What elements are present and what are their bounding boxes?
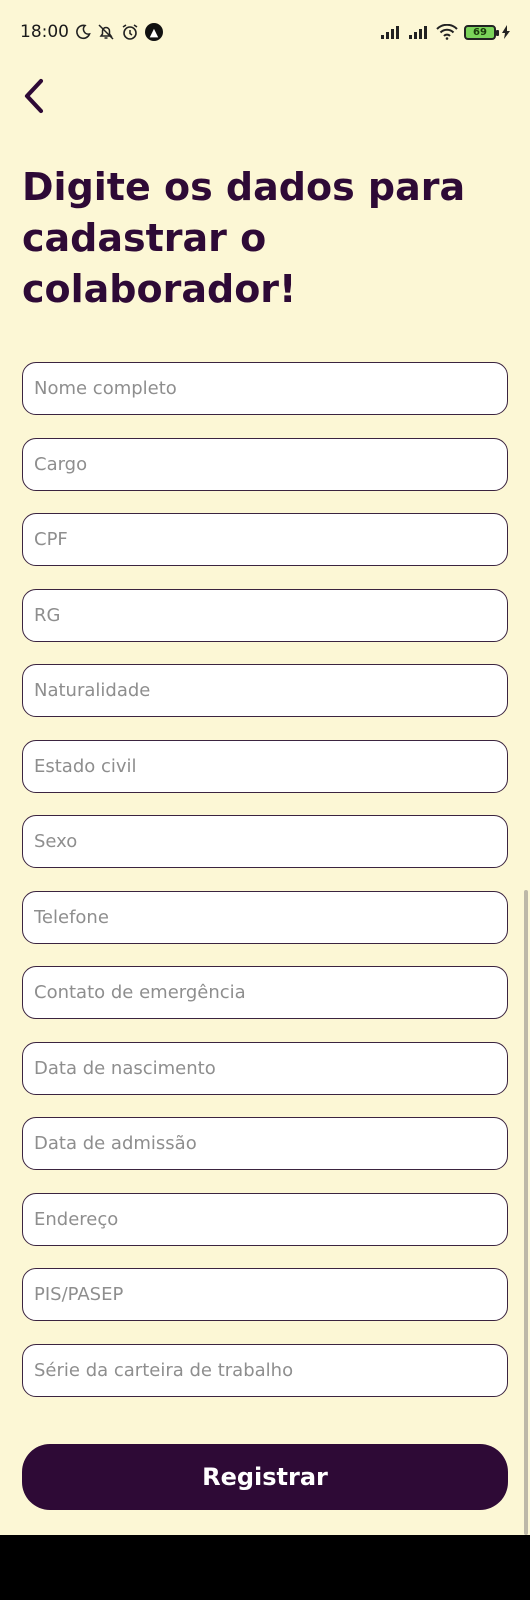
work-card-series-field[interactable] — [22, 1343, 508, 1397]
scrollbar[interactable] — [524, 890, 528, 1535]
status-time: 18:00 — [20, 22, 69, 42]
battery-level: 69 — [473, 26, 487, 38]
full-name-field[interactable] — [22, 362, 508, 415]
back-button[interactable] — [12, 76, 56, 120]
marital-status-field[interactable] — [22, 739, 508, 793]
birth-date-field[interactable] — [22, 1041, 508, 1095]
admission-date-field[interactable] — [22, 1117, 508, 1170]
system-nav-bar — [0, 1535, 530, 1600]
status-bar: 18:00 ▲ 69 — [0, 0, 530, 64]
wifi-icon — [436, 24, 458, 40]
emergency-contact-field[interactable] — [22, 966, 508, 1019]
register-button[interactable]: Registrar — [22, 1444, 508, 1510]
status-right: 69 — [380, 24, 510, 40]
chevron-left-icon — [21, 78, 47, 118]
moon-icon — [75, 24, 91, 40]
notifications-off-icon — [97, 23, 115, 41]
nav-app-icon: ▲ — [145, 23, 163, 41]
sex-field[interactable] — [22, 815, 508, 868]
signal-icon — [408, 25, 430, 39]
status-left: 18:00 ▲ — [20, 22, 163, 42]
phone-field[interactable] — [22, 890, 508, 944]
alarm-icon — [121, 23, 139, 41]
page-title: Digite os dados para cadastrar o colabor… — [22, 165, 466, 311]
charging-icon — [502, 25, 510, 39]
address-field[interactable] — [22, 1192, 508, 1246]
collaborator-form — [22, 362, 508, 1419]
battery-icon: 69 — [464, 24, 499, 40]
pis-pasep-field[interactable] — [22, 1268, 508, 1321]
rg-field[interactable] — [22, 588, 508, 642]
role-field[interactable] — [22, 437, 508, 491]
signal-icon — [380, 25, 402, 39]
cpf-field[interactable] — [22, 513, 508, 566]
birthplace-field[interactable] — [22, 664, 508, 717]
